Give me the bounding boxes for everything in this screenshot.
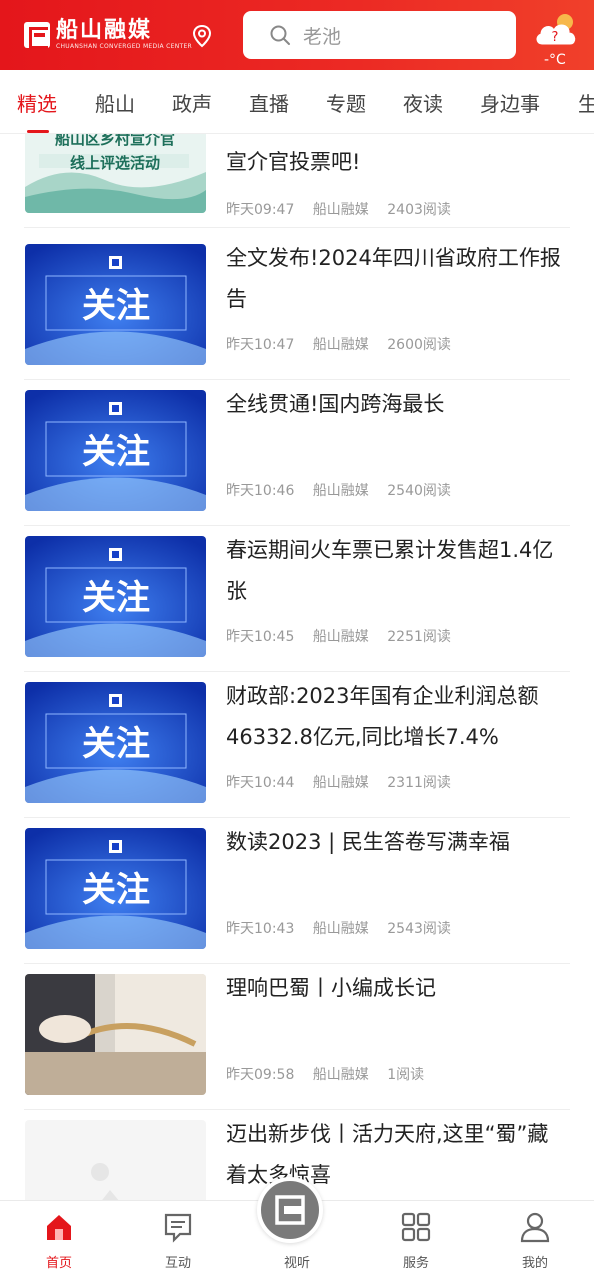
article-item[interactable]: 关注 春运期间火车票已累计发售超1.4亿张 昨天10:45 船山融媒 2251阅… — [24, 526, 570, 672]
thumb-focus-text: 关注 — [82, 578, 150, 618]
thumb-focus-text: 关注 — [82, 286, 150, 326]
app-logo[interactable]: 船山融媒 CHUANSHAN CONVERGED MEDIA CENTER — [24, 18, 192, 52]
article-title: 全线贯通!国内跨海最长 — [226, 392, 445, 416]
user-icon — [520, 1212, 550, 1243]
app-header: 船山融媒 CHUANSHAN CONVERGED MEDIA CENTER 老池… — [0, 0, 594, 70]
tab-live[interactable]: 直播 — [249, 88, 289, 117]
nav-profile-label: 我的 — [521, 1256, 548, 1271]
article-thumbnail — [25, 974, 206, 1095]
article-title: 财政部:2023年国有企业利润总额46332.8亿元,同比增长7.4% — [226, 684, 539, 749]
article-item[interactable]: 理响巴蜀丨小编成长记 昨天09:58 船山融媒 1阅读 — [24, 964, 570, 1110]
article-source: 船山融媒 — [312, 483, 369, 499]
search-placeholder: 老池 — [303, 25, 342, 48]
article-meta: 昨天09:58 船山融媒 1阅读 — [226, 1064, 438, 1084]
article-time: 昨天10:46 — [226, 483, 295, 499]
search-bar[interactable]: 老池 — [243, 11, 516, 59]
article-meta: 昨天10:44 船山融媒 2311阅读 — [226, 772, 465, 792]
article-source: 船山融媒 — [312, 1067, 369, 1083]
thumb-event-title: 船山区乡村宣介官 — [55, 134, 175, 148]
nav-home[interactable]: 首页 — [19, 1201, 99, 1280]
tab-politics[interactable]: 政声 — [172, 88, 212, 117]
home-icon — [47, 1215, 71, 1240]
nav-services[interactable]: 服务 — [376, 1201, 456, 1280]
article-item[interactable]: 船山区乡村宣介官 线上评选活动 宣介官投票吧! 昨天09:47 船山融媒 240… — [24, 134, 570, 228]
article-title: 数读2023 | 民生答卷写满幸福 — [226, 830, 510, 854]
tab-topics[interactable]: 专题 — [326, 88, 366, 117]
article-title: 全文发布!2024年四川省政府工作报告 — [226, 246, 561, 311]
article-item[interactable]: 关注 全线贯通!国内跨海最长 昨天10:46 船山融媒 2540阅读 — [24, 380, 570, 526]
article-time: 昨天10:43 — [226, 921, 295, 937]
article-reads: 2403阅读 — [387, 202, 451, 218]
article-source: 船山融媒 — [312, 202, 369, 218]
thumb-focus-text: 关注 — [82, 724, 150, 764]
article-source: 船山融媒 — [312, 775, 369, 791]
nav-home-label: 首页 — [45, 1256, 72, 1271]
logo-icon — [24, 22, 50, 49]
article-reads: 2600阅读 — [387, 337, 451, 353]
article-reads: 2311阅读 — [387, 775, 451, 791]
grid-icon — [401, 1212, 431, 1242]
media-center-button[interactable] — [257, 1177, 323, 1243]
article-meta: 昨天10:46 船山融媒 2540阅读 — [226, 480, 465, 500]
article-meta: 昨天10:45 船山融媒 2251阅读 — [226, 626, 465, 646]
image-placeholder-icon — [25, 1120, 206, 1200]
tab-selected[interactable]: 精选 — [17, 88, 57, 117]
article-thumbnail: 关注 — [25, 390, 206, 511]
nav-services-label: 服务 — [402, 1256, 429, 1271]
article-time: 昨天09:47 — [226, 202, 295, 218]
thumb-event-subtitle: 线上评选活动 — [70, 154, 160, 172]
article-meta: 昨天10:47 船山融媒 2600阅读 — [226, 334, 465, 354]
article-thumbnail: 关注 — [25, 828, 206, 949]
article-title: 理响巴蜀丨小编成长记 — [226, 976, 436, 1000]
tab-more[interactable]: 生 — [578, 88, 594, 117]
bottom-navigation: 首页 互动 视听 服务 我的 — [0, 1177, 594, 1280]
tab-local-news[interactable]: 身边事 — [480, 88, 540, 117]
category-tabs: 精选 船山 政声 直播 专题 夜读 身边事 生 — [0, 70, 594, 134]
thumb-focus-text: 关注 — [82, 432, 150, 472]
article-reads: 1阅读 — [387, 1067, 425, 1083]
active-tab-indicator — [27, 130, 49, 133]
article-title: 宣介官投票吧! — [226, 150, 361, 174]
logo-subtitle: CHUANSHAN CONVERGED MEDIA CENTER — [56, 43, 193, 50]
article-item[interactable]: 关注 全文发布!2024年四川省政府工作报告 昨天10:47 船山融媒 2600… — [24, 234, 570, 380]
location-pin-icon[interactable] — [191, 24, 213, 48]
article-meta: 昨天09:47 船山融媒 2403阅读 — [226, 199, 465, 219]
svg-text:?: ? — [552, 30, 559, 45]
article-title: 春运期间火车票已累计发售超1.4亿张 — [226, 538, 554, 603]
article-time: 昨天10:47 — [226, 337, 295, 353]
thumb-focus-text: 关注 — [82, 870, 150, 910]
article-list[interactable]: 船山区乡村宣介官 线上评选活动 宣介官投票吧! 昨天09:47 船山融媒 240… — [0, 134, 594, 1200]
article-item[interactable]: 关注 财政部:2023年国有企业利润总额46332.8亿元,同比增长7.4% 昨… — [24, 672, 570, 818]
chat-icon — [164, 1213, 192, 1243]
nav-interact-label: 互动 — [164, 1256, 191, 1271]
tab-chuanshan[interactable]: 船山 — [95, 88, 135, 117]
weather-widget[interactable]: ? -°C — [532, 8, 582, 68]
article-item[interactable]: 关注 数读2023 | 民生答卷写满幸福 昨天10:43 船山融媒 2543阅读 — [24, 818, 570, 964]
search-icon — [270, 25, 290, 45]
article-source: 船山融媒 — [312, 629, 369, 645]
article-thumbnail: 关注 — [25, 682, 206, 803]
nav-media-label: 视听 — [283, 1256, 310, 1271]
nav-media[interactable]: 视听 — [257, 1177, 337, 1280]
article-time: 昨天10:44 — [226, 775, 295, 791]
article-reads: 2251阅读 — [387, 629, 451, 645]
weather-temperature: -°C — [544, 52, 566, 68]
article-source: 船山融媒 — [312, 337, 369, 353]
article-meta: 昨天10:43 船山融媒 2543阅读 — [226, 918, 465, 938]
article-time: 昨天10:45 — [226, 629, 295, 645]
nav-profile[interactable]: 我的 — [495, 1201, 575, 1280]
article-thumbnail: 关注 — [25, 244, 206, 365]
article-reads: 2543阅读 — [387, 921, 451, 937]
logo-title: 船山融媒 — [56, 18, 153, 43]
article-thumbnail: 船山区乡村宣介官 线上评选活动 — [25, 134, 206, 213]
media-icon — [275, 1195, 305, 1225]
weather-cloud-icon: ? — [536, 14, 576, 45]
article-time: 昨天09:58 — [226, 1067, 295, 1083]
article-source: 船山融媒 — [312, 921, 369, 937]
tab-night-reading[interactable]: 夜读 — [403, 88, 443, 117]
article-reads: 2540阅读 — [387, 483, 451, 499]
article-thumbnail: 关注 — [25, 536, 206, 657]
nav-interact[interactable]: 互动 — [138, 1201, 218, 1280]
